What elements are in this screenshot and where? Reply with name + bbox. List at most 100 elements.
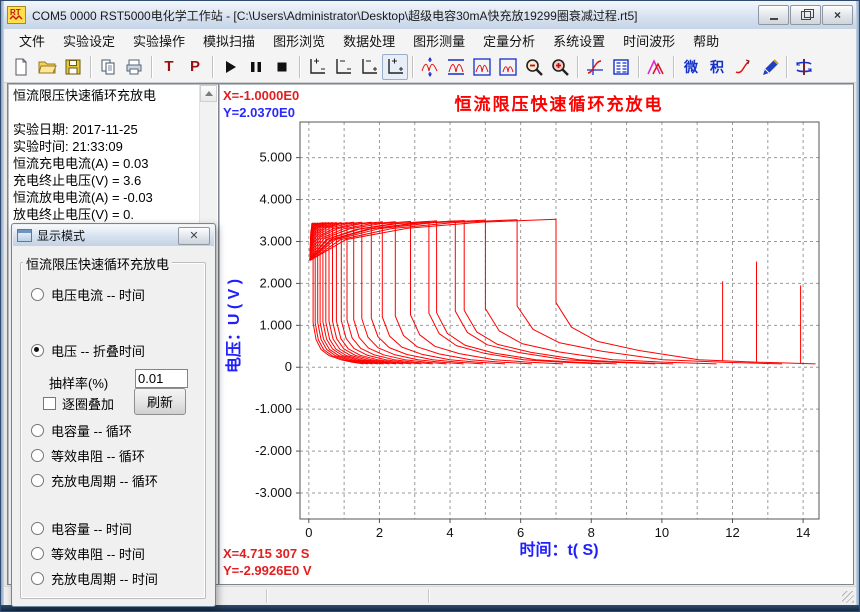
radio-option-label: 充放电周期 -- 循环 (51, 471, 158, 490)
restore-button[interactable] (790, 5, 821, 25)
radio-icon[interactable] (31, 572, 44, 585)
radio-icon[interactable] (31, 474, 44, 487)
scroll-up-button[interactable] (200, 85, 217, 102)
radio-option-label: 电容量 -- 循环 (51, 421, 132, 440)
toolbar-separator (299, 56, 300, 78)
differential-icon: 微 (684, 57, 698, 77)
menu-item[interactable]: 图形测量 (404, 29, 474, 52)
sampling-rate-input[interactable] (135, 369, 188, 388)
y-tick-label: 5.000 (259, 150, 292, 165)
close-button[interactable]: × (822, 5, 853, 25)
overlay-checkbox[interactable] (43, 397, 56, 410)
menu-item[interactable]: 时间波形 (614, 29, 684, 52)
statusbar-divider (428, 589, 429, 603)
dialog-title-bar[interactable]: 显示模式 ✕ (13, 225, 214, 246)
data-table-button[interactable] (608, 54, 634, 80)
dialog-close-button[interactable]: ✕ (178, 227, 210, 245)
open-folder-icon (37, 57, 57, 77)
annotate-button[interactable] (756, 54, 782, 80)
radio-icon[interactable] (31, 288, 44, 301)
zoom-in-button[interactable] (547, 54, 573, 80)
radio-option[interactable]: 等效串阻 -- 循环 (31, 447, 145, 463)
x-tick-label: 2 (376, 525, 383, 540)
text-p-button[interactable]: P (182, 54, 208, 80)
radio-option[interactable]: 充放电周期 -- 循环 (31, 472, 158, 488)
menu-item[interactable]: 实验设定 (54, 29, 124, 52)
letter-p-icon: P (190, 58, 200, 75)
window-frame-left (1, 1, 4, 611)
app-icon: RT (7, 6, 26, 24)
radio-icon[interactable] (31, 547, 44, 560)
pause-icon (246, 57, 266, 77)
menu-item[interactable]: 数据处理 (334, 29, 404, 52)
zoom-region-button[interactable] (495, 54, 521, 80)
run-button[interactable] (217, 54, 243, 80)
zoom-window-button[interactable] (469, 54, 495, 80)
zoom-out-button[interactable] (521, 54, 547, 80)
peak-vscale-icon (420, 57, 440, 77)
integral-button[interactable]: 积 (704, 54, 730, 80)
resize-grip[interactable] (842, 591, 854, 603)
save-icon (63, 57, 83, 77)
radio-option[interactable]: 等效串阻 -- 时间 (31, 545, 145, 561)
menu-item[interactable]: 定量分析 (474, 29, 544, 52)
cycle-curve (310, 221, 673, 364)
radio-icon[interactable] (31, 344, 44, 357)
voltage-time-plot[interactable]: 024681012145.0004.0003.0002.0001.0000-1.… (219, 84, 850, 587)
axis-mode-1-button[interactable] (304, 54, 330, 80)
menu-item[interactable]: 文件 (10, 29, 54, 52)
fit-amplitude-button[interactable] (443, 54, 469, 80)
radio-option[interactable]: 电容量 -- 循环 (31, 422, 132, 438)
pause-button[interactable] (243, 54, 269, 80)
new-file-button[interactable] (8, 54, 34, 80)
data-table-icon (611, 57, 631, 77)
radio-option[interactable]: 电容量 -- 时间 (31, 520, 132, 536)
groupbox-label: 恒流限压快速循环充放电 (23, 254, 172, 273)
menu-item[interactable]: 实验操作 (124, 29, 194, 52)
menu-bar: 文件实验设定实验操作模拟扫描图形浏览数据处理图形测量定量分析系统设置时间波形帮助 (4, 29, 856, 52)
radio-icon[interactable] (31, 449, 44, 462)
radio-icon[interactable] (31, 522, 44, 535)
radio-option[interactable]: 充放电周期 -- 时间 (31, 570, 158, 586)
rotate-3d-button[interactable] (791, 54, 817, 80)
menu-item[interactable]: 模拟扫描 (194, 29, 264, 52)
axis-plus-plus-icon (385, 57, 405, 77)
axis-mode-3-button[interactable] (356, 54, 382, 80)
menu-item[interactable]: 帮助 (684, 29, 728, 52)
text-t-button[interactable]: T (156, 54, 182, 80)
open-file-button[interactable] (34, 54, 60, 80)
smooth-curve-button[interactable] (730, 54, 756, 80)
axis-mode-2-button[interactable] (330, 54, 356, 80)
x-tick-label: 0 (305, 525, 312, 540)
axis-mode-4-button[interactable] (382, 54, 408, 80)
x-axis-label: 时间：t( S) (399, 536, 719, 560)
overlay-checkbox-row[interactable]: 逐圈叠加 (43, 394, 114, 413)
autoscale-y-button[interactable] (417, 54, 443, 80)
radio-option[interactable]: 电压电流 -- 时间 (31, 286, 145, 302)
display-mode-dialog: 显示模式 ✕ 恒流限压快速循环充放电 电压电流 -- 时间 电压 -- 折叠时间 (11, 223, 216, 607)
cursor-measure-button[interactable] (582, 54, 608, 80)
toolbar-separator (151, 56, 152, 78)
cursor-x-readout-bottom: X=4.715 307 S (223, 546, 309, 562)
stop-button[interactable] (269, 54, 295, 80)
menu-item[interactable]: 图形浏览 (264, 29, 334, 52)
toolbar-separator (786, 56, 787, 78)
menu-item[interactable]: 系统设置 (544, 29, 614, 52)
x-tick-label: 12 (725, 525, 739, 540)
dialog-body: 恒流限压快速循环充放电 电压电流 -- 时间 电压 -- 折叠时间 抽样率(%) (13, 246, 214, 605)
print-icon (124, 57, 144, 77)
y-tick-label: -1.000 (255, 401, 292, 416)
y-axis-label: 电压：U ( V ) (220, 231, 244, 421)
overlay-curves-button[interactable] (643, 54, 669, 80)
refresh-button[interactable]: 刷新 (134, 388, 186, 415)
copy-button[interactable] (95, 54, 121, 80)
print-button[interactable] (121, 54, 147, 80)
radio-icon[interactable] (31, 424, 44, 437)
minimize-button[interactable] (758, 5, 789, 25)
radio-option[interactable]: 电压 -- 折叠时间 (31, 342, 145, 358)
axis-minus-plus-icon (359, 57, 379, 77)
new-file-icon (11, 57, 31, 77)
save-button[interactable] (60, 54, 86, 80)
radio-option-label: 电压 -- 折叠时间 (51, 341, 145, 360)
differential-button[interactable]: 微 (678, 54, 704, 80)
